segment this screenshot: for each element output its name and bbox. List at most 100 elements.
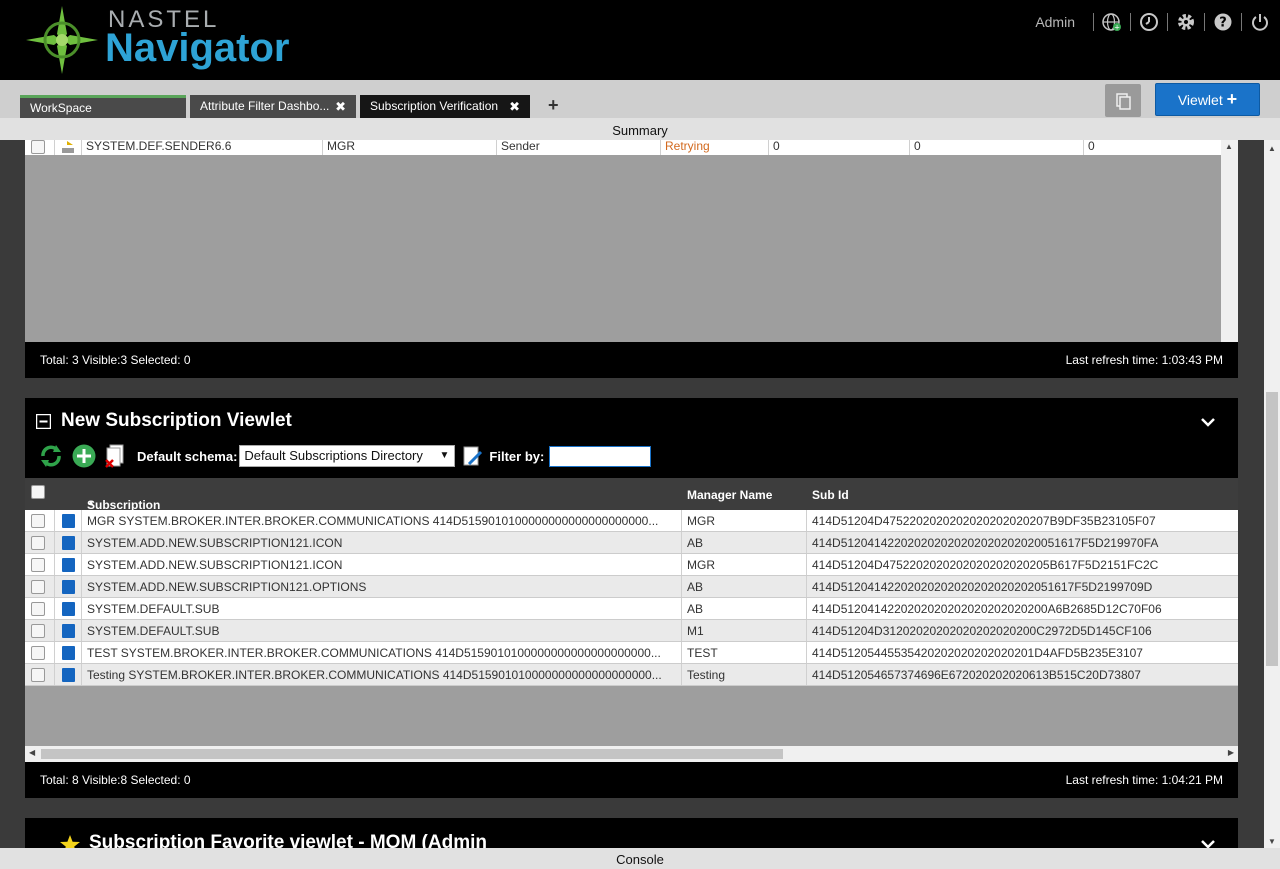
svg-text:?: ? [1219,16,1227,31]
edit-schema-icon[interactable] [461,444,485,468]
default-schema-value: Default Subscriptions Directory [244,448,423,463]
gear-icon[interactable] [1176,12,1196,32]
scroll-left-icon[interactable]: ◀ [29,748,35,757]
sub-id: 414D51204142202020202020202020202051617F… [812,580,1153,594]
refresh-icon[interactable] [37,442,65,470]
filter-input[interactable] [549,445,652,467]
row-checkbox[interactable] [31,580,45,594]
scroll-thumb[interactable] [1266,392,1278,666]
table-row[interactable]: SYSTEM.DEFAULT.SUB M1 414D51204D3120202020… [25,620,1238,642]
table-row[interactable]: MGR SYSTEM.BROKER.INTER.BROKER.COMMUNICA… [25,510,1238,532]
row-checkbox-cell[interactable] [25,576,55,597]
row-icon-cell [55,620,82,641]
scroll-thumb[interactable] [41,749,783,759]
summary-bar[interactable]: Summary [0,118,1280,140]
copy-button[interactable] [1105,84,1141,117]
add-viewlet-button[interactable]: Viewlet + [1155,83,1260,116]
manager-name: AB [682,576,807,597]
add-tab-icon[interactable]: + [548,95,559,116]
row-checkbox[interactable] [31,646,45,660]
table-row[interactable]: SYSTEM.DEFAULT.SUB AB 414D5120414220202020… [25,598,1238,620]
column-header-sub-id[interactable]: Sub Id [812,488,849,502]
subscription-name: SYSTEM.ADD.NEW.SUBSCRIPTION121.ICON [82,554,682,575]
row-checkbox[interactable] [31,140,45,154]
table-row[interactable]: SYSTEM.ADD.NEW.SUBSCRIPTION121.ICON MGR 41… [25,554,1238,576]
globe-icon[interactable]: + [1102,12,1122,32]
column-header-manager-name[interactable]: Manager Name [687,488,772,502]
star-icon[interactable] [59,834,81,848]
add-icon[interactable] [71,443,97,469]
help-icon[interactable]: ? [1213,12,1233,32]
subscription-icon [62,602,75,616]
tab-subscription-verification[interactable]: Subscription Verification ✖ [360,95,530,118]
chevron-down-icon[interactable] [1200,416,1216,428]
row-checkbox-cell[interactable] [25,642,55,663]
subscription-name: SYSTEM.DEFAULT.SUB [82,598,682,619]
table-row[interactable]: SYSTEM.ADD.NEW.SUBSCRIPTION121.OPTIONS AB… [25,576,1238,598]
channel-manager: MGR [323,140,497,155]
select-all-checkbox[interactable] [31,485,45,499]
status-bar: Total: 3 Visible:3 Selected: 0 Last refr… [25,342,1238,378]
row-checkbox[interactable] [31,668,45,682]
plus-icon: + [1226,89,1238,109]
viewlet-toolbar: Default schema: Default Subscriptions Di… [37,442,652,470]
row-checkbox[interactable] [31,536,45,550]
sub-id: 414D512041422020202020202020202020051617… [812,536,1159,550]
chevron-down-icon[interactable] [1200,838,1216,848]
scroll-up-icon[interactable]: ▲ [1268,144,1276,153]
last-refresh-time: Last refresh time: 1:03:43 PM [1065,353,1223,367]
close-icon[interactable]: ✖ [335,95,346,118]
scroll-right-icon[interactable]: ▶ [1228,748,1234,757]
page-vertical-scrollbar[interactable]: ▲ ▼ [1264,140,1280,848]
row-checkbox[interactable] [31,514,45,528]
table-row[interactable]: Testing SYSTEM.BROKER.INTER.BROKER.COMMU… [25,664,1238,686]
table-row[interactable]: TEST SYSTEM.BROKER.INTER.BROKER.COMMUNIC… [25,642,1238,664]
row-checkbox-cell[interactable] [25,140,55,155]
console-bar[interactable]: Console [0,848,1280,869]
close-icon[interactable]: ✖ [509,95,520,118]
default-schema-select[interactable]: Default Subscriptions Directory ▼ [239,445,456,467]
copy-icon [1116,93,1131,110]
vertical-scrollbar[interactable]: ▲ [1221,140,1238,342]
subscription-name: MGR SYSTEM.BROKER.INTER.BROKER.COMMUNICA… [82,510,682,531]
channels-grid: SYSTEM.DEF.SENDER6.6 MGR Sender Retrying… [25,140,1238,378]
divider [1241,13,1242,31]
row-icon-cell [55,576,82,597]
divider [1204,13,1205,31]
row-checkbox-cell[interactable] [25,598,55,619]
scroll-down-icon[interactable]: ▼ [1268,837,1276,846]
tab-attribute-filter[interactable]: Attribute Filter Dashbo... ✖ [190,95,356,118]
subscription-name: TEST SYSTEM.BROKER.INTER.BROKER.COMMUNIC… [82,642,682,663]
row-checkbox-cell[interactable] [25,510,55,531]
table-row[interactable]: SYSTEM.DEF.SENDER6.6 MGR Sender Retrying… [25,140,1221,155]
sub-id: 414D51204D4752202020202020202020207B9DF3… [812,514,1156,528]
horizontal-scrollbar[interactable]: ◀ ▶ [25,746,1238,762]
row-checkbox[interactable] [31,558,45,572]
row-checkbox[interactable] [31,624,45,638]
tab-workspace[interactable]: WorkSpace [20,95,186,118]
collapse-icon[interactable] [36,414,51,429]
row-checkbox-cell[interactable] [25,554,55,575]
tab-label: WorkSpace [30,101,92,115]
subscription-name: Testing SYSTEM.BROKER.INTER.BROKER.COMMU… [82,664,682,685]
sort-asc-icon: ▲ [87,498,95,507]
user-name[interactable]: Admin [1035,14,1075,30]
scroll-up-icon[interactable]: ▲ [1225,142,1233,151]
sub-id: 414D51204D31202020202020202020200C2972D5… [812,624,1152,638]
manager-name: TEST [682,642,807,663]
power-icon[interactable] [1250,12,1270,32]
main-content: SYSTEM.DEF.SENDER6.6 MGR Sender Retrying… [0,140,1264,848]
viewlet-button-label: Viewlet [1177,92,1223,108]
row-checkbox[interactable] [31,602,45,616]
last-refresh-time: Last refresh time: 1:04:21 PM [1065,773,1223,787]
row-checkbox-cell[interactable] [25,664,55,685]
table-row[interactable]: SYSTEM.ADD.NEW.SUBSCRIPTION121.ICON AB 414… [25,532,1238,554]
row-checkbox-cell[interactable] [25,532,55,553]
subscription-name: SYSTEM.ADD.NEW.SUBSCRIPTION121.ICON [82,532,682,553]
divider [1093,13,1094,31]
subscription-name: SYSTEM.DEFAULT.SUB [82,620,682,641]
sub-id: 414D512054657374696E672020202020613B515C… [812,668,1141,682]
clock-icon[interactable] [1139,12,1159,32]
row-checkbox-cell[interactable] [25,620,55,641]
delete-icon[interactable] [103,443,129,469]
